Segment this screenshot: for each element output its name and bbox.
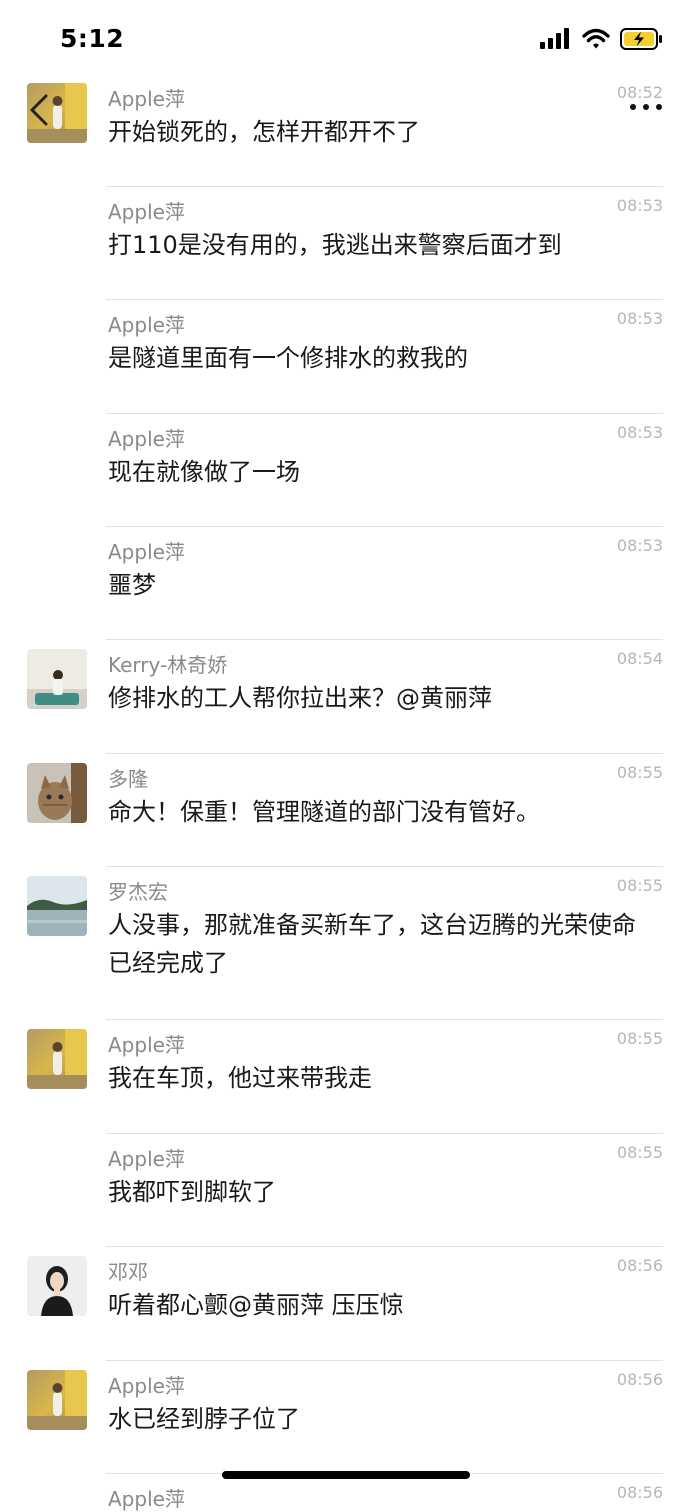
message-text: 是隧道里面有一个修排水的救我的 xyxy=(108,344,468,372)
home-indicator[interactable] xyxy=(222,1471,470,1479)
sender-name[interactable]: 罗杰宏 xyxy=(108,876,168,905)
message-time: 08:54 xyxy=(616,649,663,668)
avatar-image-room xyxy=(27,649,87,709)
avatar[interactable] xyxy=(27,1370,87,1430)
avatar-image-lake xyxy=(27,876,87,936)
status-bar: 5:12 xyxy=(0,0,690,80)
avatar-image-field xyxy=(27,1029,87,1089)
message-text: 我在车顶，他过来带我走 xyxy=(108,1064,372,1092)
signal-icon xyxy=(540,28,569,49)
message-divider xyxy=(106,1246,663,1247)
message-time: 08:53 xyxy=(616,423,663,442)
message-divider xyxy=(106,639,663,640)
avatar[interactable] xyxy=(27,763,87,823)
battery-charging-icon xyxy=(620,28,662,50)
wifi-icon xyxy=(582,28,610,49)
message-text: 听着都心颤@黄丽萍 压压惊 xyxy=(108,1291,404,1319)
avatar-image-portrait xyxy=(27,1256,87,1316)
back-icon[interactable] xyxy=(24,88,54,132)
message-time: 08:53 xyxy=(616,309,663,328)
sender-name[interactable]: Apple萍 xyxy=(108,1143,185,1172)
sender-name[interactable]: Apple萍 xyxy=(108,1029,185,1058)
message-divider xyxy=(106,299,663,300)
avatar[interactable] xyxy=(27,1029,87,1089)
message-time: 08:55 xyxy=(616,763,663,782)
sender-name[interactable]: Apple萍 xyxy=(108,1483,185,1512)
sender-name[interactable]: Apple萍 xyxy=(108,423,185,452)
message-time: 08:53 xyxy=(616,536,663,555)
sender-name[interactable]: 邓邓 xyxy=(108,1256,148,1285)
message-divider xyxy=(106,413,663,414)
sender-name[interactable]: Apple萍 xyxy=(108,83,185,112)
avatar[interactable] xyxy=(27,876,87,936)
message-divider xyxy=(106,186,663,187)
avatar[interactable] xyxy=(27,1256,87,1316)
message-divider xyxy=(106,753,663,754)
message-time: 08:55 xyxy=(616,876,663,895)
avatar-image-field xyxy=(27,1370,87,1430)
message-text: 人没事，那就准备买新车了，这台迈腾的光荣使命已经完成了 xyxy=(108,911,636,977)
message-divider xyxy=(106,1133,663,1134)
message-text: 噩梦 xyxy=(108,571,156,599)
message-divider xyxy=(106,526,663,527)
sender-name[interactable]: Apple萍 xyxy=(108,1370,185,1399)
sender-name[interactable]: 多隆 xyxy=(108,763,148,792)
message-text: 我都吓到脚软了 xyxy=(108,1178,276,1206)
message-text: 命大！保重！管理隧道的部门没有管好。 xyxy=(108,798,540,826)
message-time: 08:55 xyxy=(616,1143,663,1162)
sender-name[interactable]: Apple萍 xyxy=(108,536,185,565)
avatar[interactable] xyxy=(27,649,87,709)
more-options-icon[interactable] xyxy=(628,100,664,114)
sender-name[interactable]: Apple萍 xyxy=(108,196,185,225)
message-text: 开始锁死的，怎样开都开不了 xyxy=(108,118,420,146)
sender-name[interactable]: Apple萍 xyxy=(108,309,185,338)
sender-name[interactable]: Kerry-林奇娇 xyxy=(108,649,227,678)
message-text: 现在就像做了一场 xyxy=(108,458,300,486)
message-text: 打110是没有用的，我逃出来警察后面才到 xyxy=(108,231,562,259)
message-text: 水已经到脖子位了 xyxy=(108,1405,300,1433)
message-text: 修排水的工人帮你拉出来？@黄丽萍 xyxy=(108,684,492,712)
message-divider xyxy=(106,1019,663,1020)
status-icons xyxy=(540,28,664,50)
avatar-image-cat xyxy=(27,763,87,823)
message-divider xyxy=(106,866,663,867)
message-time: 08:55 xyxy=(616,1029,663,1048)
message-time: 08:56 xyxy=(616,1256,663,1275)
status-time: 5:12 xyxy=(60,24,125,53)
message-time: 08:56 xyxy=(616,1370,663,1389)
message-divider xyxy=(106,1360,663,1361)
message-time: 08:53 xyxy=(616,196,663,215)
